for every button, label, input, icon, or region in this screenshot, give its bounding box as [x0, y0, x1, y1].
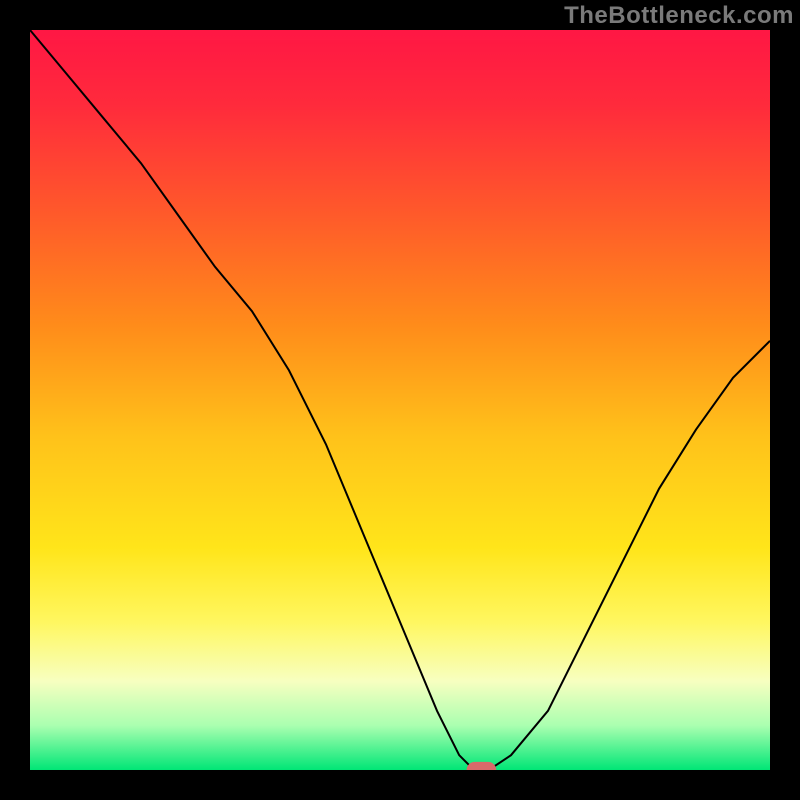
frame-right [770, 0, 800, 800]
chart-canvas [0, 0, 800, 800]
plot-background [30, 30, 770, 770]
frame-left [0, 0, 30, 800]
watermark-text: TheBottleneck.com [564, 2, 794, 30]
frame-bottom [0, 770, 800, 800]
